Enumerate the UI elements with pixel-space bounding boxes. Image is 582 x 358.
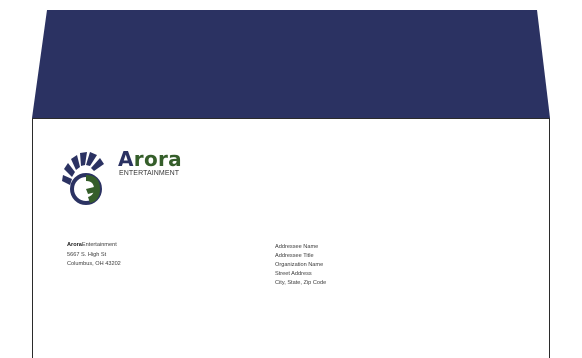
fan-swirl-logo-icon — [62, 152, 104, 205]
brand-name: Arora — [118, 149, 182, 169]
recipient-city-state-zip: City, State, Zip Code — [275, 280, 327, 286]
return-address: AroraEntertainment 5667 S. High St Colum… — [67, 241, 121, 270]
recipient-address: Addressee Name Addressee Title Organizat… — [275, 243, 326, 288]
recipient-street: Street Address — [275, 271, 312, 277]
company-logo: Arora ENTERTAINMENT — [60, 145, 200, 207]
return-name-line: AroraEntertainment — [67, 241, 121, 251]
return-name-bold: Arora — [67, 242, 82, 248]
return-city-line: Columbus, OH 43202 — [67, 261, 121, 267]
envelope-canvas: Arora ENTERTAINMENT AroraEntertainment 5… — [0, 0, 582, 358]
brand-rest: rora — [133, 147, 182, 171]
return-name-rest: Entertainment — [81, 242, 117, 248]
envelope-flap-shape — [32, 10, 550, 118]
recipient-name: Addressee Name — [275, 244, 319, 250]
return-street: 5667 S. High St — [67, 251, 107, 258]
brand-initial: A — [118, 147, 134, 171]
recipient-organization: Organization Name — [275, 262, 324, 268]
brand-tagline: ENTERTAINMENT — [119, 170, 180, 177]
recipient-title: Addressee Title — [275, 253, 314, 259]
